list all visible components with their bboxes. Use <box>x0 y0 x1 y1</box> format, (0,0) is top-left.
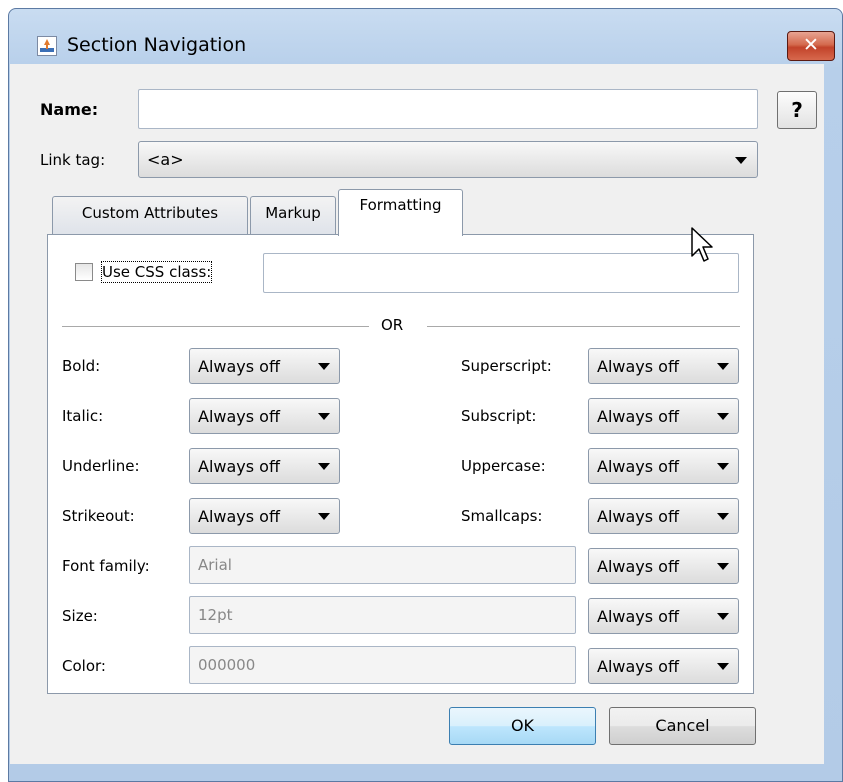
bold-label: Bold: <box>62 357 101 375</box>
smallcaps-select-value: Always off <box>597 506 679 526</box>
chevron-down-icon <box>717 613 729 620</box>
link-tag-value: <a> <box>147 150 184 169</box>
superscript-select[interactable]: Always off <box>588 348 739 384</box>
strikeout-label: Strikeout: <box>62 507 135 525</box>
superscript-label: Superscript: <box>461 357 552 375</box>
color-mode-select[interactable]: Always off <box>588 648 739 684</box>
size-label: Size: <box>62 607 98 625</box>
underline-label: Underline: <box>62 457 140 475</box>
ok-button[interactable]: OK <box>449 707 596 745</box>
window-title: Section Navigation <box>67 34 247 56</box>
smallcaps-select[interactable]: Always off <box>588 498 739 534</box>
css-class-input[interactable] <box>263 253 739 293</box>
chevron-down-icon <box>735 156 747 164</box>
underline-select-value: Always off <box>198 456 280 476</box>
cancel-button[interactable]: Cancel <box>609 707 756 745</box>
mouse-cursor-icon <box>690 226 716 270</box>
italic-label: Italic: <box>62 407 104 425</box>
chevron-down-icon <box>318 463 330 470</box>
close-icon: ✕ <box>803 34 819 56</box>
app-icon <box>37 36 57 56</box>
font-family-label: Font family: <box>62 557 150 575</box>
color-mode-value: Always off <box>597 656 679 676</box>
size-input[interactable]: 12pt <box>189 596 576 634</box>
or-label: OR <box>381 316 404 334</box>
subscript-select-value: Always off <box>597 406 679 426</box>
chevron-down-icon <box>318 513 330 520</box>
font-family-mode-select[interactable]: Always off <box>588 548 739 584</box>
close-button[interactable]: ✕ <box>787 31 835 61</box>
italic-select-value: Always off <box>198 406 280 426</box>
size-mode-select[interactable]: Always off <box>588 598 739 634</box>
chevron-down-icon <box>717 363 729 370</box>
color-input[interactable]: 000000 <box>189 646 576 684</box>
use-css-checkbox[interactable] <box>75 263 93 281</box>
color-label: Color: <box>62 657 106 675</box>
chevron-down-icon <box>318 413 330 420</box>
subscript-label: Subscript: <box>461 407 537 425</box>
tab-markup[interactable]: Markup <box>250 196 336 234</box>
link-tag-label: Link tag: <box>40 151 106 169</box>
uppercase-label: Uppercase: <box>461 457 546 475</box>
help-icon: ? <box>791 98 803 122</box>
superscript-select-value: Always off <box>597 356 679 376</box>
chevron-down-icon <box>717 563 729 570</box>
chevron-down-icon <box>717 663 729 670</box>
chevron-down-icon <box>318 363 330 370</box>
uppercase-select[interactable]: Always off <box>588 448 739 484</box>
underline-select[interactable]: Always off <box>189 448 340 484</box>
chevron-down-icon <box>717 513 729 520</box>
strikeout-select-value: Always off <box>198 506 280 526</box>
tab-custom-attributes[interactable]: Custom Attributes <box>52 196 248 234</box>
tab-formatting[interactable]: Formatting <box>338 189 463 236</box>
italic-select[interactable]: Always off <box>189 398 340 434</box>
bold-select[interactable]: Always off <box>189 348 340 384</box>
font-family-input[interactable]: Arial <box>189 546 576 584</box>
chevron-down-icon <box>717 413 729 420</box>
bold-select-value: Always off <box>198 356 280 376</box>
size-mode-value: Always off <box>597 606 679 626</box>
help-button[interactable]: ? <box>777 91 817 129</box>
subscript-select[interactable]: Always off <box>588 398 739 434</box>
separator-line-left <box>62 326 369 327</box>
font-family-mode-value: Always off <box>597 556 679 576</box>
uppercase-select-value: Always off <box>597 456 679 476</box>
name-input[interactable] <box>138 89 758 129</box>
use-css-label[interactable]: Use CSS class: <box>100 261 213 283</box>
link-tag-select[interactable]: <a> <box>138 141 758 178</box>
name-label: Name: <box>40 100 99 119</box>
smallcaps-label: Smallcaps: <box>461 507 543 525</box>
chevron-down-icon <box>717 463 729 470</box>
strikeout-select[interactable]: Always off <box>189 498 340 534</box>
separator-line-right <box>427 326 740 327</box>
